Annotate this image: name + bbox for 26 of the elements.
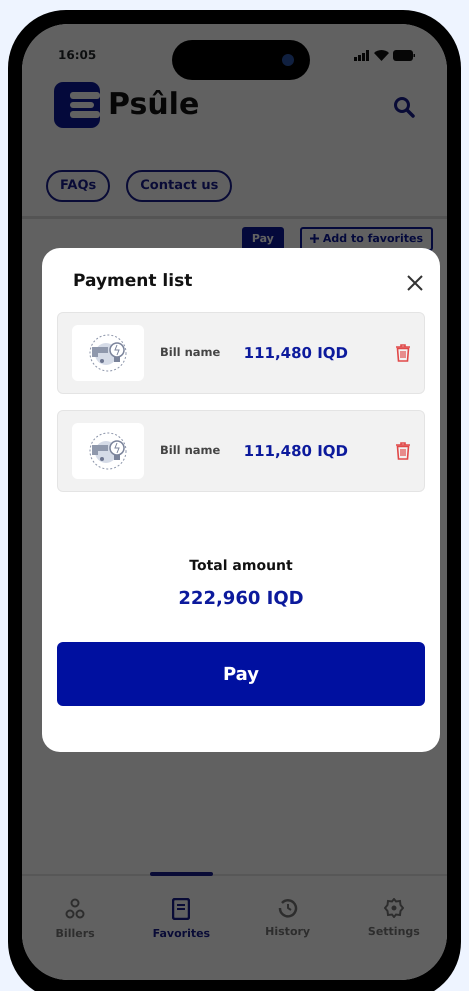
link-chip[interactable]: Contact us [126,170,232,202]
people-icon [65,898,86,920]
bill-amount: 111,480 IQD [244,440,348,462]
plus-icon [310,234,319,244]
trash-icon[interactable] [396,344,410,362]
settings-icon [384,898,404,918]
tab-item[interactable]: Favorites [128,876,234,980]
pay-button[interactable]: Pay [57,642,425,706]
bill-name: Bill name [160,442,220,460]
bill-amount: 111,480 IQD [244,342,348,364]
battery-icon [393,50,415,60]
status-time: 16:05 [58,47,96,64]
trash-icon[interactable] [396,442,410,460]
link-chip[interactable]: FAQs [46,170,110,202]
logo-icon [54,82,100,128]
total-amount: 222,960 IQD [178,587,304,611]
history-icon [278,898,298,918]
total-label: Total amount [189,557,293,576]
modal-title: Payment list [72,270,192,294]
search-icon[interactable] [393,96,415,118]
document-icon [172,898,190,920]
signal-icon [354,50,370,60]
tab-indicator [150,872,212,876]
brand-name: Psûle [108,90,200,120]
bill-name: Bill name [160,344,220,362]
wifi-icon [374,50,389,60]
